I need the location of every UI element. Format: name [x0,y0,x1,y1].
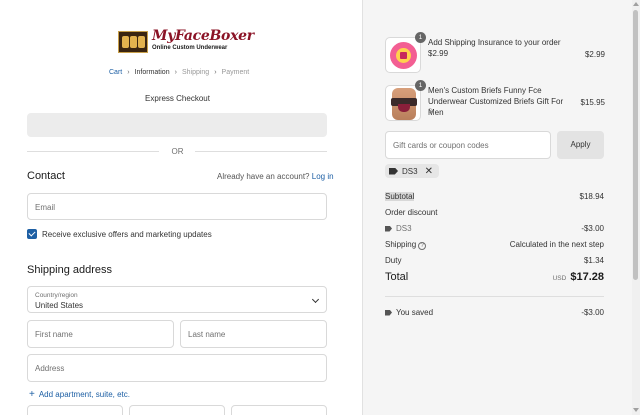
chevron-right-icon: › [174,69,177,76]
scroll-down-icon[interactable] [633,408,639,412]
checkout-form-panel: MyFaceBoxer Online Custom Underwear Cart… [0,0,362,415]
quantity-badge: 1 [415,80,426,91]
breadcrumb-cart[interactable]: Cart [109,69,122,76]
you-saved-row: You saved -$3.00 [385,308,604,317]
scroll-up-icon[interactable] [633,2,639,6]
scrollbar[interactable] [632,0,640,415]
scrollbar-thumb[interactable] [633,10,638,280]
add-apartment-link[interactable]: + Add apartment, suite, etc. [29,389,130,400]
coupon-placeholder: Gift cards or coupon codes [393,141,489,150]
you-saved-label: You saved [396,308,434,317]
item-price: $2.99 [584,50,605,59]
total-value: $17.28 [570,271,604,283]
chevron-right-icon: › [127,69,130,76]
subtotal-value: $18.94 [579,192,604,201]
cart-item: 1 Add Shipping Insurance to your order $… [385,32,605,75]
plus-icon: + [29,389,35,400]
chevron-down-icon [311,295,320,304]
discount-code-text: DS3 [396,224,412,233]
total-value-group: USD $17.28 [553,271,604,283]
tag-icon [389,167,398,175]
order-discount-row: Order discount [385,208,604,217]
city-field[interactable] [27,405,123,415]
shipping-address-heading: Shipping address [27,264,113,276]
store-logo[interactable]: MyFaceBoxer Online Custom Underwear [118,28,254,55]
logo-subtitle: Online Custom Underwear [152,45,228,51]
order-discount-label: Order discount [385,208,438,217]
address-placeholder: Address [35,364,65,373]
address-field[interactable]: Address [27,354,327,382]
duty-row: Duty $1.34 [385,256,604,265]
contact-heading: Contact [27,170,65,182]
duty-value: $1.34 [583,256,604,265]
discount-code-row: DS3 -$3.00 [385,224,604,233]
close-icon[interactable]: ✕ [425,166,433,177]
chevron-right-icon: › [214,69,217,76]
insurance-badge-icon [385,37,421,73]
last-name-field[interactable]: Last name [180,320,327,348]
you-saved-value: -$3.00 [581,308,604,317]
breadcrumb-information: Information [134,69,170,76]
discount-code: DS3 [385,224,604,233]
country-value: United States [35,301,84,310]
express-checkout-title: Express Checkout [145,94,210,103]
currency-code: USD [552,275,567,282]
tag-icon [385,225,392,232]
discount-value: -$3.00 [581,224,604,233]
you-saved-label-group: You saved [385,308,604,317]
email-placeholder: Email [35,203,56,212]
account-prompt-text: Already have an account? [217,172,310,181]
country-label: Country/region [35,292,78,299]
breadcrumb-payment: Payment [221,69,250,76]
marketing-checkbox-label[interactable]: Receive exclusive offers and marketing u… [42,230,212,239]
item-name: Add Shipping Insurance to your order $2.… [428,38,561,58]
email-field[interactable]: Email [27,193,327,220]
shipping-label: Shipping [385,240,417,249]
breadcrumb: Cart › Information › Shipping › Payment [109,69,249,76]
briefs-product-image [385,85,421,121]
duty-label: Duty [385,256,402,265]
total-label: Total [385,271,409,283]
breadcrumb-shipping: Shipping [181,69,210,76]
subtotal-row: Subtotal $18.94 [385,192,604,201]
applied-discount-tag: DS3 ✕ [385,164,439,178]
cart-item: 1 Men's Custom Briefs Funny Fce Underwea… [385,80,605,123]
total-row: Total USD $17.28 [385,271,604,283]
login-link[interactable]: Log in [312,172,334,181]
account-prompt: Already have an account? Log in [217,172,334,181]
coupon-input[interactable]: Gift cards or coupon codes [385,131,551,159]
first-name-field[interactable]: First name [27,320,174,348]
state-field[interactable] [129,405,225,415]
item-variant: S [428,108,433,115]
country-select[interactable]: Country/region United States [27,286,327,313]
zip-field[interactable] [231,405,327,415]
subtotal-label: Subtotal [385,192,415,201]
last-name-placeholder: Last name [188,330,226,339]
logo-title: MyFaceBoxer [152,28,254,44]
tag-icon [385,309,392,316]
info-icon[interactable]: ? [418,242,427,250]
divider [195,151,327,152]
shipping-value: Calculated in the next step [509,240,604,249]
logo-mark-icon [118,31,148,53]
first-name-placeholder: First name [35,330,73,339]
item-name: Men's Custom Briefs Funny Fce Underwear … [428,86,564,117]
item-price: $15.95 [580,98,605,107]
marketing-checkbox[interactable] [27,229,37,239]
apply-button[interactable]: Apply [557,131,604,159]
express-checkout-button[interactable] [27,113,327,137]
shipping-row: Shipping? Calculated in the next step [385,240,604,250]
quantity-badge: 1 [415,32,426,43]
divider [385,296,604,297]
add-apartment-label: Add apartment, suite, etc. [38,390,131,399]
discount-code-label: DS3 [402,166,418,176]
